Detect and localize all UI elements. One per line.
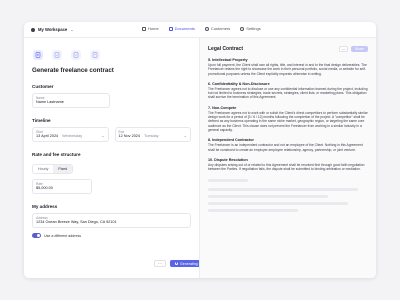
contract-preview-panel: Legal Contract ··· Share 5. Intellectual…: [199, 38, 376, 278]
chevron-down-icon: ⌄: [101, 133, 105, 138]
address-field[interactable]: Address 1234 Ocean Breeze Way, San Diego…: [32, 213, 191, 228]
spinner-icon: [175, 262, 178, 265]
chevron-down-icon: ⌄: [183, 133, 187, 138]
nav-item-customers[interactable]: Customers: [204, 26, 231, 31]
main-nav: Home Documents Customers Settings: [142, 26, 261, 31]
nav-item-label: Home: [148, 26, 159, 31]
end-day: Tuesday: [144, 134, 159, 138]
workspace-name: My Workspace: [38, 27, 68, 32]
step-indicator: [33, 50, 191, 60]
clause: 5. Intellectual Property Upon full payme…: [208, 58, 368, 76]
contract-more-button[interactable]: ···: [338, 46, 348, 52]
nav-item-label: Settings: [246, 26, 261, 31]
clause: 8. Independent Contractor The Freelancer…: [208, 138, 368, 152]
step-send[interactable]: [90, 50, 100, 60]
skeleton-line: [208, 188, 358, 192]
end-date-picker[interactable]: End 12 Nov 2024 Tuesday ⌄: [114, 127, 191, 142]
toggle-label: Use a different address: [44, 233, 82, 238]
document-sparkle-icon: [35, 52, 41, 58]
step-generate[interactable]: [33, 50, 43, 60]
gear-icon: [240, 26, 245, 31]
home-icon: [142, 26, 146, 31]
clause: 6. Confidentiality & Non-Disclosure The …: [208, 82, 368, 100]
clause: 7. Non-Compete The Freelancer agrees not…: [208, 106, 368, 132]
form-title: Generate freelance contract: [32, 67, 114, 74]
contract-actions: ··· Share: [338, 46, 368, 52]
clause-body: The Freelancer agrees not to disclose or…: [208, 86, 368, 100]
skeleton-line: [208, 202, 348, 206]
top-bar: My Workspace ⌄ Home Documents Customers …: [24, 22, 376, 38]
document-check-icon: [54, 52, 60, 58]
more-button[interactable]: ···: [154, 260, 166, 267]
skeleton-line: [208, 209, 298, 213]
clause-body: The Freelancer agrees not to work with o…: [208, 110, 368, 132]
chevron-down-icon: ⌄: [70, 27, 74, 32]
nav-item-settings[interactable]: Settings: [240, 26, 261, 31]
start-date: 13 April 2024: [36, 134, 59, 138]
workspace-switcher[interactable]: My Workspace ⌄: [31, 27, 74, 32]
document-send-icon: [92, 52, 98, 58]
nav-item-label: Customers: [210, 26, 231, 31]
nav-item-label: Documents: [174, 26, 195, 31]
loading-skeleton: [208, 179, 368, 213]
contract-form-panel: Generate freelance contract Customer Nam…: [24, 38, 199, 278]
section-customer: Customer: [32, 84, 54, 89]
clause-body: Upon full payment, the Client shall own …: [208, 63, 367, 76]
share-button[interactable]: Share: [350, 46, 368, 52]
rate-type-toggle: Hourly Fixed: [32, 164, 74, 174]
step-review[interactable]: [52, 50, 62, 60]
rate-option-hourly[interactable]: Hourly: [33, 165, 53, 173]
clause: 10. Dispute Resolution Any disputes aris…: [208, 158, 368, 172]
section-address: My address: [32, 204, 58, 209]
rate-field[interactable]: Rate $5,000.00: [32, 179, 92, 194]
customer-name-field[interactable]: Name Name Lastname: [32, 93, 110, 108]
start-date-picker[interactable]: Start 13 April 2024 Wednesday ⌄: [32, 127, 109, 142]
field-value: $5,000.00: [36, 186, 53, 190]
different-address-toggle[interactable]: [32, 233, 41, 238]
timeline-row: Start 13 April 2024 Wednesday ⌄ End 12 No…: [32, 127, 191, 142]
end-date: 12 Nov 2024: [118, 134, 141, 138]
field-value: 12 Nov 2024 Tuesday: [119, 134, 188, 139]
field-value: 1234 Ocean Breeze Way, San Diego, CA 921…: [36, 220, 117, 224]
skeleton-line: [208, 195, 328, 199]
document-edit-icon: [73, 52, 79, 58]
nav-item-home[interactable]: Home: [142, 26, 159, 31]
step-sign[interactable]: [71, 50, 81, 60]
section-rate: Rate and fee structure: [32, 152, 81, 157]
users-icon: [204, 26, 209, 31]
contract-header: Legal Contract ··· Share: [208, 46, 368, 52]
clause-body: Any disputes arising out of or related t…: [208, 162, 365, 172]
section-timeline: Timeline: [32, 118, 51, 123]
field-value: Name Lastname: [36, 100, 64, 104]
clause-body: The Freelancer is an independent contrac…: [208, 143, 363, 152]
document-icon: [168, 26, 173, 31]
start-day: Wednesday: [62, 134, 83, 138]
different-address-row: Use a different address: [32, 233, 191, 238]
skeleton-line: [208, 179, 248, 183]
workspace-icon: [31, 27, 35, 32]
contract-title: Legal Contract: [208, 46, 244, 52]
rate-option-fixed[interactable]: Fixed: [53, 165, 73, 173]
nav-item-documents[interactable]: Documents: [168, 26, 195, 31]
app-window: My Workspace ⌄ Home Documents Customers …: [24, 22, 376, 278]
field-value: 13 April 2024 Wednesday: [36, 134, 105, 139]
